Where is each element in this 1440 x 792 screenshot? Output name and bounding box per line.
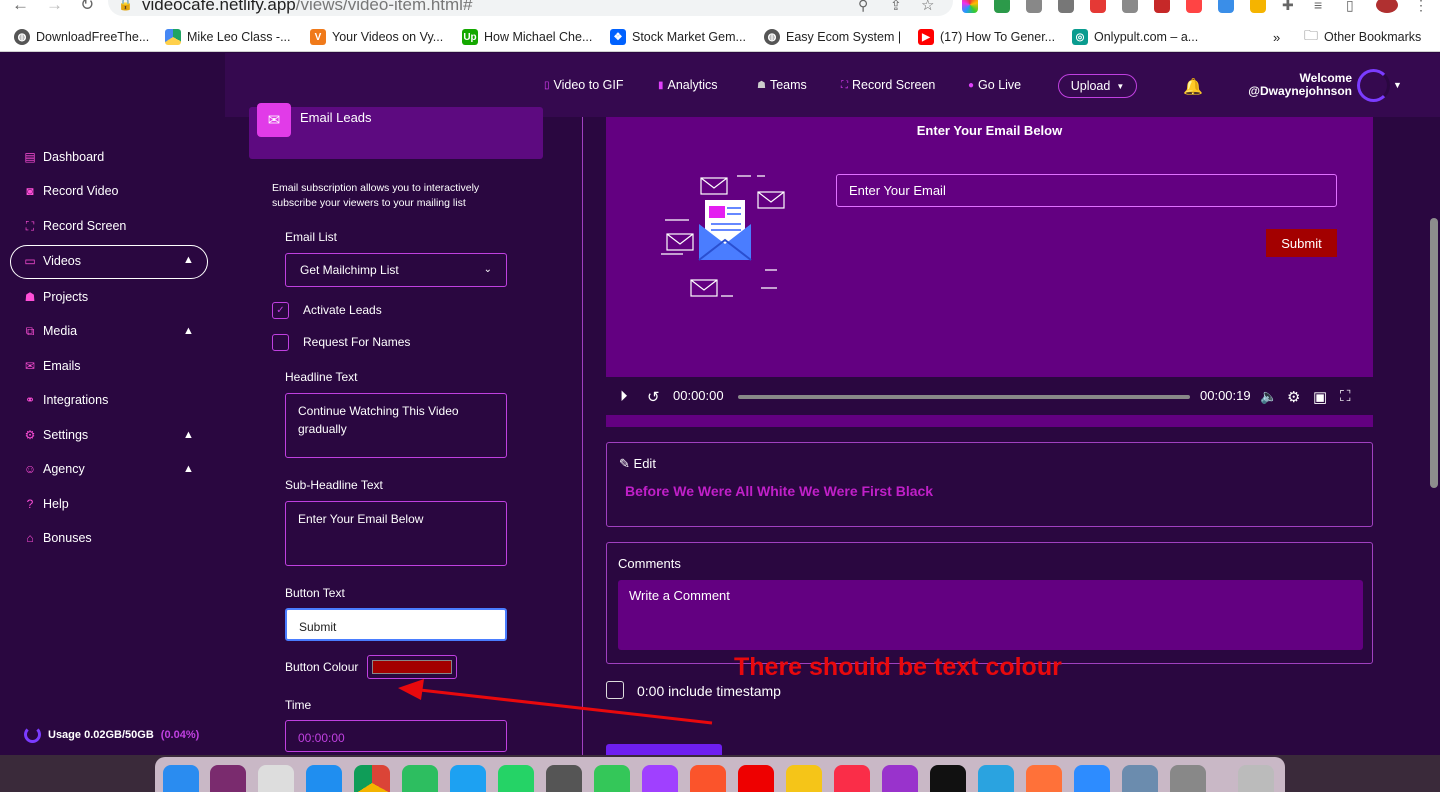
apple-tv-icon[interactable] <box>930 765 966 792</box>
opera-icon[interactable] <box>738 765 774 792</box>
siri-icon[interactable] <box>210 765 246 792</box>
annotation-text: There should be text colour <box>734 653 1062 681</box>
finder-icon[interactable] <box>163 765 199 792</box>
system-preferences-icon[interactable] <box>1170 765 1206 792</box>
telegram-icon[interactable] <box>978 765 1014 792</box>
xmind-icon[interactable] <box>786 765 822 792</box>
chrome-icon[interactable] <box>354 765 390 792</box>
trash-icon[interactable] <box>1238 765 1274 792</box>
launchpad-icon[interactable] <box>258 765 294 792</box>
music-icon[interactable] <box>834 765 870 792</box>
podcasts-icon[interactable] <box>882 765 918 792</box>
messenger-icon[interactable] <box>642 765 678 792</box>
whatsapp-icon[interactable] <box>498 765 534 792</box>
brave-icon[interactable] <box>690 765 726 792</box>
calculator-icon[interactable] <box>546 765 582 792</box>
evernote-icon[interactable] <box>402 765 438 792</box>
firefox-icon[interactable] <box>1026 765 1062 792</box>
numbers-icon[interactable] <box>594 765 630 792</box>
macos-dock <box>0 755 1440 792</box>
app-store-icon[interactable] <box>306 765 342 792</box>
annotation-arrow-icon <box>398 679 713 725</box>
zoom-app-icon[interactable] <box>1074 765 1110 792</box>
skype-icon[interactable] <box>450 765 486 792</box>
preview-icon[interactable] <box>1122 765 1158 792</box>
